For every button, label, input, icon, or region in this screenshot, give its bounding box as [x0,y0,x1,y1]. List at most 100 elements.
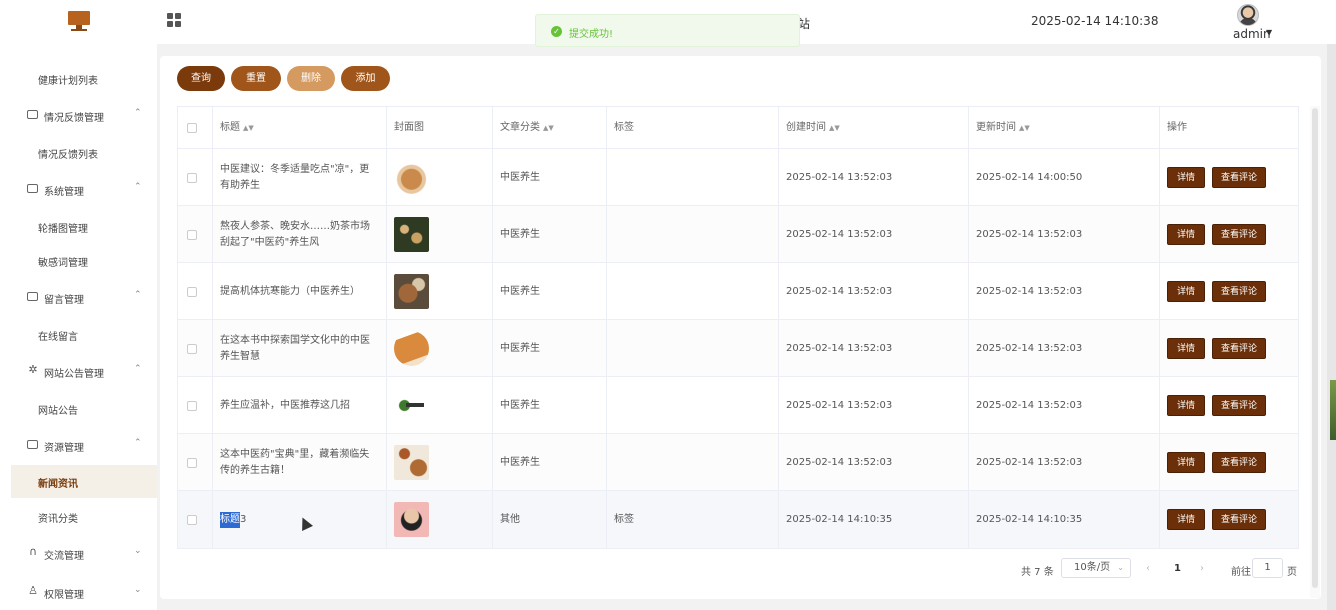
sidebar-item-label: 网站公告管理 [44,369,104,380]
sidebar-item-online-message[interactable]: 在线留言 [0,319,157,349]
detail-button[interactable]: 详情 [1167,452,1205,473]
cover-image[interactable] [394,331,429,366]
sidebar-group-permissions[interactable]: ♙ 权限管理 ⌄ [0,577,157,607]
row-checkbox[interactable] [187,400,197,411]
sidebar-item-sensitive-words[interactable]: 敏感词管理 [0,245,157,275]
row-select-cell [178,491,213,548]
user-name[interactable]: admin [1233,27,1271,41]
table-row: 中医建议：冬季适量吃点"凉"，更有助养生 中医养生 2025-02-14 13:… [178,149,1298,206]
row-checkbox[interactable] [187,457,197,468]
view-comments-button[interactable]: 查看评论 [1212,224,1266,245]
detail-button[interactable]: 详情 [1167,338,1205,359]
next-page-button[interactable]: › [1200,563,1204,574]
detail-button[interactable]: 详情 [1167,167,1205,188]
add-button[interactable]: 添加 [341,66,390,91]
chevron-down-icon[interactable]: ▼ [1266,28,1272,37]
sidebar: 健康计划列表 情况反馈管理 ⌃ 情况反馈列表 系统管理 ⌃ 轮播图管理 敏感词管… [0,44,157,610]
created-cell: 2025-02-14 13:52:03 [779,320,969,377]
table-header: 标题 ▲▼ 封面图 文章分类 ▲▼ 标签 创建时间 ▲▼ 更新时间 ▲▼ 操作 [178,107,1298,149]
sidebar-item-health-plan-list[interactable]: 健康计划列表 [0,63,157,93]
page-number-current[interactable]: 1 [1174,563,1181,574]
sort-icon[interactable]: ▲▼ [1019,124,1030,132]
column-created[interactable]: 创建时间 ▲▼ [779,107,969,149]
cover-image[interactable] [394,502,429,537]
row-checkbox[interactable] [187,514,197,525]
detail-button[interactable]: 详情 [1167,395,1205,416]
updated-cell: 2025-02-14 13:52:03 [969,434,1160,491]
category-cell: 中医养生 [493,206,607,263]
chevron-up-icon: ⌃ [134,438,142,448]
row-checkbox[interactable] [187,286,197,297]
updated-cell: 2025-02-14 13:52:03 [969,377,1160,434]
chevron-down-icon: ⌄ [134,585,142,595]
sidebar-item-announcement[interactable]: 网站公告 [0,393,157,423]
title-cell: 中医建议：冬季适量吃点"凉"，更有助养生 [213,149,387,206]
cover-image[interactable] [394,274,429,309]
view-comments-button[interactable]: 查看评论 [1212,338,1266,359]
tag-cell [607,320,779,377]
sidebar-item-news-category[interactable]: 资讯分类 [0,501,157,531]
sidebar-group-system[interactable]: 系统管理 ⌃ [0,174,157,204]
cover-cell [387,377,493,434]
sidebar-item-label: 敏感词管理 [38,258,88,269]
title-cell: 这本中医药"宝典"里，藏着濒临失传的养生古籍！ [213,434,387,491]
sidebar-item-carousel[interactable]: 轮播图管理 [0,211,157,241]
tag-cell [607,263,779,320]
row-checkbox[interactable] [187,229,197,240]
column-updated[interactable]: 更新时间 ▲▼ [969,107,1160,149]
detail-button[interactable]: 详情 [1167,224,1205,245]
sidebar-group-announcements[interactable]: ✲ 网站公告管理 ⌃ [0,356,157,386]
column-label: 封面图 [394,122,424,133]
actions-cell: 详情 查看评论 [1160,434,1298,491]
updated-cell: 2025-02-14 13:52:03 [969,206,1160,263]
table-row: 熬夜人参茶、晚安水……奶茶市场刮起了"中医药"养生风 中医养生 2025-02-… [178,206,1298,263]
sidebar-item-news[interactable]: 新闻资讯 [11,465,157,498]
sidebar-group-messages[interactable]: 留言管理 ⌃ [0,282,157,312]
current-datetime: 2025-02-14 14:10:38 [1031,14,1159,28]
detail-button[interactable]: 详情 [1167,281,1205,302]
view-comments-button[interactable]: 查看评论 [1212,452,1266,473]
check-icon: ✓ [551,26,562,37]
page-size-select[interactable]: 10条/页 ⌄ [1061,558,1131,578]
query-button[interactable]: 查询 [177,66,225,91]
avatar[interactable] [1237,4,1259,26]
view-comments-button[interactable]: 查看评论 [1212,395,1266,416]
column-label: 标签 [614,122,634,133]
sort-icon[interactable]: ▲▼ [243,124,254,132]
reset-button[interactable]: 重置 [231,66,281,91]
cover-image[interactable] [394,217,429,252]
title-cell: 养生应温补，中医推荐这几招 [213,377,387,434]
cover-image[interactable] [394,388,429,423]
news-table: 标题 ▲▼ 封面图 文章分类 ▲▼ 标签 创建时间 ▲▼ 更新时间 ▲▼ 操作 中医建议… [177,106,1299,549]
view-comments-button[interactable]: 查看评论 [1212,167,1266,188]
goto-page-input[interactable]: 1 [1252,558,1283,578]
column-title[interactable]: 标题 ▲▼ [213,107,387,149]
view-comments-button[interactable]: 查看评论 [1212,281,1266,302]
page-unit-label: 页 [1287,567,1297,578]
select-all-checkbox[interactable] [187,123,197,133]
sidebar-item-feedback-list[interactable]: 情况反馈列表 [0,137,157,167]
cover-image[interactable] [394,445,429,480]
cover-cell [387,491,493,548]
cover-image[interactable] [394,160,429,195]
row-select-cell [178,320,213,377]
column-category[interactable]: 文章分类 ▲▼ [493,107,607,149]
category-cell: 其他 [493,491,607,548]
title-cell: 在这本书中探索国学文化中的中医养生智慧 [213,320,387,377]
menu-grid-icon[interactable] [167,13,181,27]
row-checkbox[interactable] [187,343,197,354]
sidebar-group-feedback[interactable]: 情况反馈管理 ⌃ [0,100,157,130]
title-cell: 提高机体抗寒能力（中医养生） [213,263,387,320]
sort-icon[interactable]: ▲▼ [543,124,554,132]
prev-page-button[interactable]: ‹ [1146,563,1150,574]
view-comments-button[interactable]: 查看评论 [1212,509,1266,530]
sort-icon[interactable]: ▲▼ [829,124,840,132]
column-label: 标题 [220,122,240,133]
actions-cell: 详情 查看评论 [1160,263,1298,320]
scrollbar-thumb[interactable] [1312,108,1318,588]
delete-button[interactable]: 删除 [287,66,335,91]
sidebar-group-exchange[interactable]: ∩ 交流管理 ⌄ [0,538,157,568]
sidebar-group-resources[interactable]: 资源管理 ⌃ [0,430,157,460]
row-checkbox[interactable] [187,172,197,183]
detail-button[interactable]: 详情 [1167,509,1205,530]
